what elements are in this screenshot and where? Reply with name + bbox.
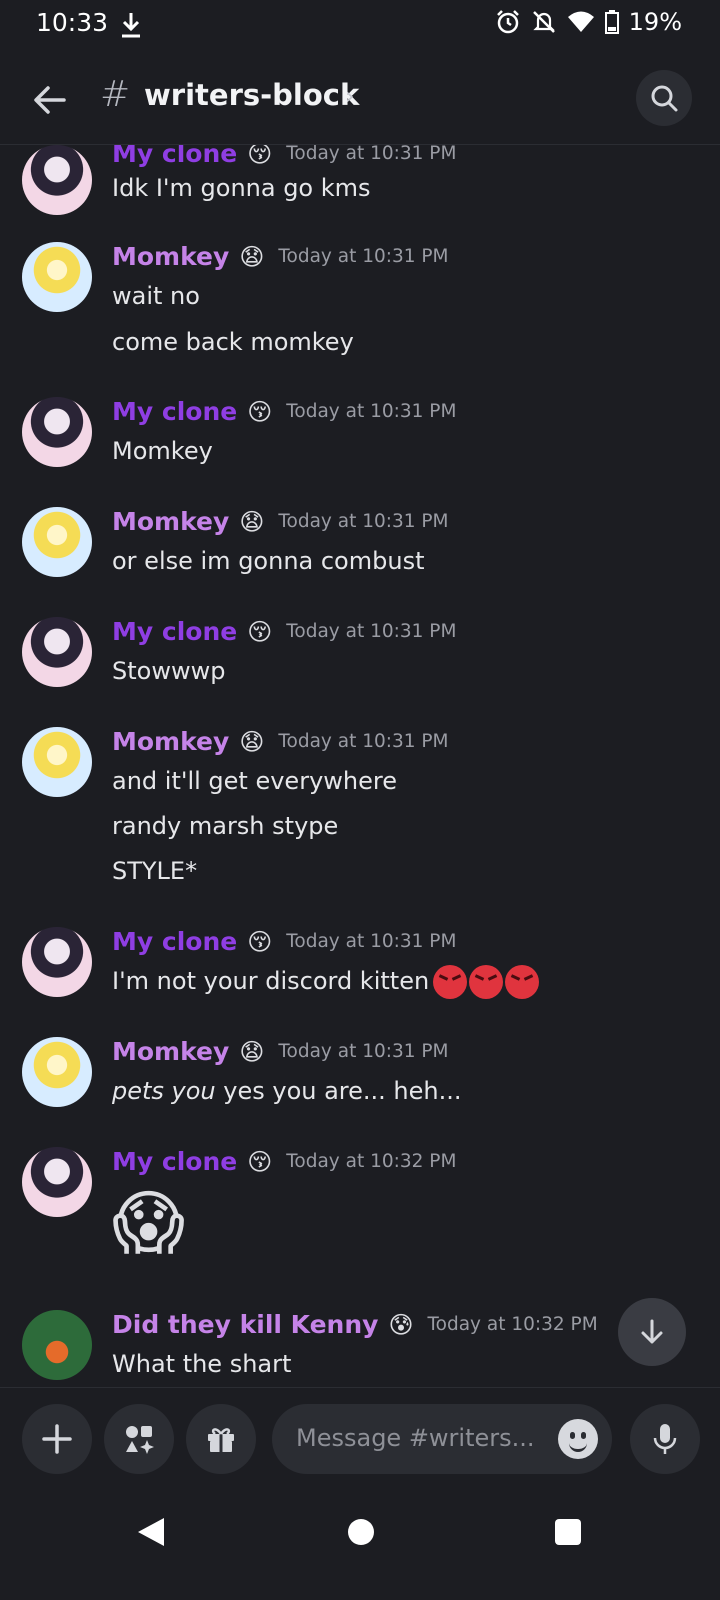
avatar[interactable] xyxy=(22,1037,92,1107)
message-text: STYLE* xyxy=(112,857,198,885)
timestamp: Today at 10:31 PM xyxy=(278,731,449,752)
avatar[interactable] xyxy=(22,507,92,577)
status-icons: 19% xyxy=(495,8,682,36)
timestamp: Today at 10:31 PM xyxy=(278,1041,449,1062)
author-name[interactable]: My clone xyxy=(112,397,237,426)
angry-face-icon xyxy=(505,965,540,999)
avatar[interactable] xyxy=(22,1147,92,1217)
author-emoji: 😰 xyxy=(388,1310,414,1339)
message-list[interactable]: My clone 😚 Today at 10:31 PM Idk I'm gon… xyxy=(0,145,720,1415)
author-name[interactable]: My clone xyxy=(112,145,237,168)
gift-button[interactable] xyxy=(186,1404,256,1474)
author-emoji: 😚 xyxy=(247,397,273,426)
alarm-icon xyxy=(496,10,519,34)
italic-text: pets you xyxy=(112,1077,216,1105)
back-arrow-icon[interactable] xyxy=(28,78,72,122)
search-button[interactable] xyxy=(636,70,692,126)
message-text: wait no xyxy=(112,282,200,310)
timestamp: Today at 10:31 PM xyxy=(278,246,449,267)
timestamp: Today at 10:32 PM xyxy=(427,1314,598,1335)
message-text: I'm not your discord kitten xyxy=(112,967,430,995)
angry-face-icon xyxy=(469,965,504,999)
emoji-picker-icon[interactable] xyxy=(558,1419,598,1459)
bell-off-icon xyxy=(532,11,555,33)
author-name[interactable]: Momkey xyxy=(112,242,229,271)
author-name[interactable]: My clone xyxy=(112,617,237,646)
author-emoji: 😚 xyxy=(247,1147,273,1176)
author-name[interactable]: Did they kill Kenny xyxy=(112,1310,378,1339)
timestamp: Today at 10:31 PM xyxy=(286,401,457,422)
avatar[interactable] xyxy=(22,1310,92,1380)
wifi-icon xyxy=(567,11,594,32)
avatar[interactable] xyxy=(22,397,92,467)
angry-face-icon xyxy=(433,965,468,999)
message-content: I'm not your discord kitten xyxy=(112,965,540,999)
message-text: or else im gonna combust xyxy=(112,547,425,575)
status-bar: 10:33 19% xyxy=(0,0,720,52)
timestamp: Today at 10:31 PM xyxy=(278,511,449,532)
angry-emoji-row xyxy=(433,965,540,999)
avatar[interactable] xyxy=(22,617,92,687)
nav-home-icon[interactable] xyxy=(348,1519,374,1545)
author-emoji: 😧 xyxy=(239,727,265,756)
timestamp: Today at 10:31 PM xyxy=(286,931,457,952)
microphone-icon xyxy=(653,1424,677,1454)
author-emoji: 😚 xyxy=(247,927,273,956)
arrow-down-icon xyxy=(641,1319,663,1344)
message-text: and it'll get everywhere xyxy=(112,767,397,795)
voice-button[interactable] xyxy=(630,1404,700,1474)
channel-hash-icon: # xyxy=(100,74,131,115)
author-name[interactable]: My clone xyxy=(112,927,237,956)
apps-button[interactable] xyxy=(104,1404,174,1474)
message-text: come back momkey xyxy=(112,328,354,356)
jump-to-bottom-button[interactable] xyxy=(618,1298,686,1366)
system-nav-bar xyxy=(0,1488,720,1600)
avatar[interactable] xyxy=(22,145,92,215)
apps-icon xyxy=(126,1426,154,1454)
message-input-placeholder: Message #writers... xyxy=(296,1424,535,1452)
avatar[interactable] xyxy=(22,242,92,312)
message-text: What the shart xyxy=(112,1350,292,1378)
message-composer: Message #writers... xyxy=(0,1387,720,1488)
scream-emoji: 😱 xyxy=(112,1182,185,1264)
timestamp: Today at 10:31 PM xyxy=(286,621,457,642)
avatar[interactable] xyxy=(22,927,92,997)
author-name[interactable]: Momkey xyxy=(112,727,229,756)
message-text: yes you are... heh... xyxy=(215,1077,462,1105)
download-icon xyxy=(122,13,140,38)
author-name[interactable]: Momkey xyxy=(112,507,229,536)
author-emoji: 😧 xyxy=(239,1037,265,1066)
message-text: Momkey xyxy=(112,437,213,465)
message-text: Idk I'm gonna go kms xyxy=(112,174,371,202)
nav-back-icon[interactable] xyxy=(138,1518,164,1546)
author-emoji: 😧 xyxy=(239,242,265,271)
message-input[interactable]: Message #writers... xyxy=(272,1404,612,1474)
plus-icon xyxy=(42,1424,72,1454)
author-emoji: 😧 xyxy=(239,507,265,536)
timestamp: Today at 10:31 PM xyxy=(286,145,457,164)
battery-percent: 19% xyxy=(628,8,682,36)
author-name[interactable]: My clone xyxy=(112,1147,237,1176)
author-emoji: 😚 xyxy=(247,617,273,646)
message-content: pets you yes you are... heh... xyxy=(112,1077,462,1105)
gift-icon xyxy=(208,1428,234,1452)
author-name[interactable]: Momkey xyxy=(112,1037,229,1066)
nav-recents-icon[interactable] xyxy=(555,1519,581,1545)
timestamp: Today at 10:32 PM xyxy=(286,1151,457,1172)
avatar[interactable] xyxy=(22,727,92,797)
message-text: Stowwwp xyxy=(112,657,226,685)
status-time: 10:33 xyxy=(36,8,109,37)
message-text: randy marsh stype xyxy=(112,812,339,840)
channel-name[interactable]: writers-block xyxy=(144,78,359,112)
search-icon xyxy=(651,85,678,112)
channel-header: # writers-block › xyxy=(0,52,720,145)
chevron-right-icon[interactable]: › xyxy=(345,82,355,110)
battery-icon xyxy=(604,10,619,34)
author-emoji: 😚 xyxy=(247,145,273,168)
add-button[interactable] xyxy=(22,1404,92,1474)
